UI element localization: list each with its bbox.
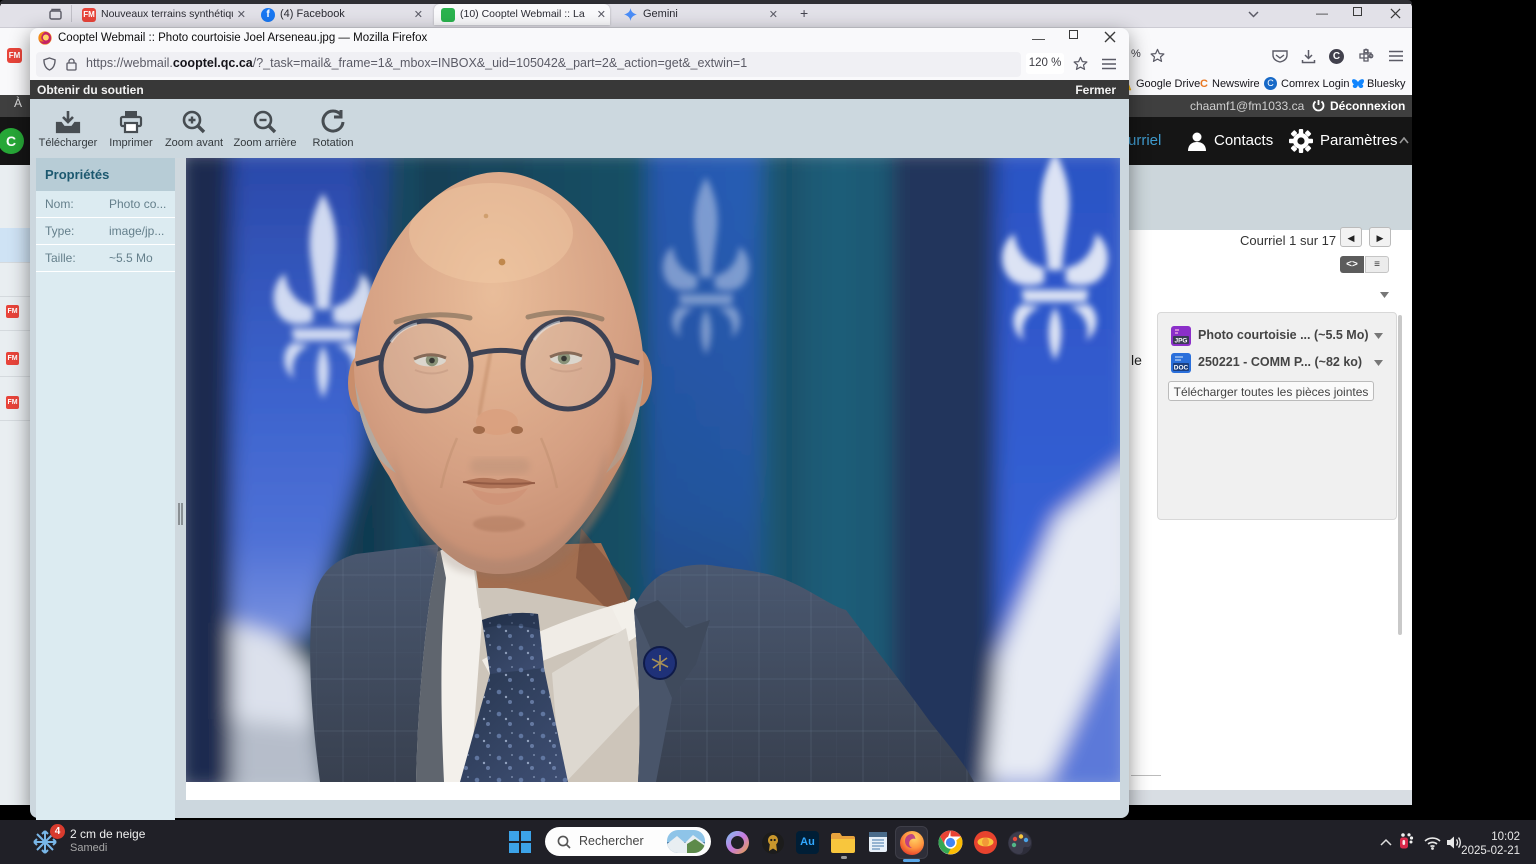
svg-text:DOC: DOC bbox=[1174, 365, 1189, 372]
svg-text:JPG: JPG bbox=[1174, 338, 1187, 345]
